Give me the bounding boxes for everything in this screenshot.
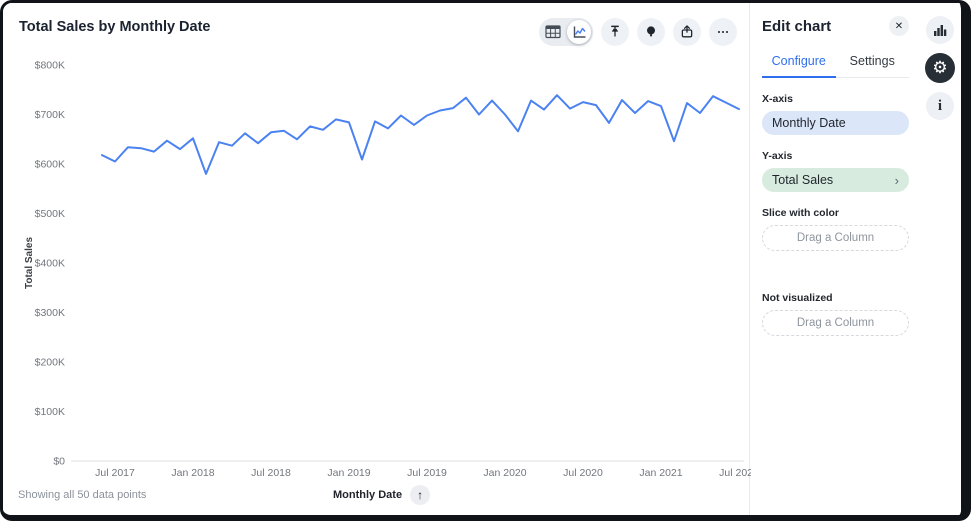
svg-text:$700K: $700K <box>35 109 65 121</box>
y-axis-column-pill[interactable]: Total Sales › <box>762 168 909 192</box>
svg-text:Jul 2017: Jul 2017 <box>95 467 135 479</box>
x-axis-column-pill[interactable]: Monthly Date <box>762 111 909 135</box>
x-axis-section-label: X-axis <box>762 93 793 105</box>
svg-text:$800K: $800K <box>35 60 65 72</box>
chart-area: $0 $100K $200K $300K $400K $500K $600K $700K $80… <box>3 3 751 515</box>
gear-icon: ⚙ <box>932 58 948 77</box>
arrow-up-icon: ↑ <box>417 488 424 502</box>
panel-title: Edit chart <box>762 17 832 35</box>
table-view-button[interactable] <box>541 20 565 44</box>
chart-toolbar <box>539 18 737 46</box>
not-visualized-dropzone[interactable]: Drag a Column <box>762 310 909 336</box>
view-toggle <box>539 18 593 46</box>
tab-settings[interactable]: Settings <box>836 47 910 78</box>
pin-button[interactable] <box>601 18 629 46</box>
svg-text:Jul 2021: Jul 2021 <box>719 467 751 479</box>
explain-button[interactable] <box>637 18 665 46</box>
not-visualized-section-label: Not visualized <box>762 292 833 304</box>
app-window: $0 $100K $200K $300K $400K $500K $600K $700K $80… <box>0 0 971 521</box>
info-rail-button[interactable]: i <box>926 92 954 120</box>
slice-section-label: Slice with color <box>762 207 840 219</box>
svg-text:$200K: $200K <box>35 357 65 369</box>
close-icon: ✕ <box>894 20 904 32</box>
lightbulb-icon <box>647 26 655 37</box>
svg-text:$100K: $100K <box>35 406 65 418</box>
chart-view-button[interactable] <box>567 20 591 44</box>
share-icon <box>681 25 693 38</box>
panel-tabs: Configure Settings <box>762 47 909 78</box>
svg-text:Total Sales: Total Sales <box>24 237 35 289</box>
data-points-note: Showing all 50 data points <box>18 489 147 501</box>
svg-text:$400K: $400K <box>35 258 65 270</box>
svg-text:$600K: $600K <box>35 159 65 171</box>
info-icon: i <box>937 97 943 114</box>
more-button[interactable] <box>709 18 737 46</box>
line-chart-icon <box>573 26 586 38</box>
svg-text:Jul 2019: Jul 2019 <box>407 467 447 479</box>
svg-text:$0: $0 <box>53 456 65 468</box>
svg-text:Jan 2018: Jan 2018 <box>171 467 214 479</box>
table-icon <box>545 25 561 39</box>
side-icon-rail: ⚙ i <box>919 3 961 515</box>
edit-chart-panel: Edit chart ✕ Configure Settings X-axis M… <box>749 3 919 515</box>
pin-icon <box>611 25 619 37</box>
panel-header: Edit chart ✕ <box>762 16 909 36</box>
close-panel-button[interactable]: ✕ <box>889 16 909 36</box>
svg-text:Jan 2020: Jan 2020 <box>483 467 526 479</box>
svg-text:Jan 2021: Jan 2021 <box>639 467 682 479</box>
y-axis-column-name: Total Sales <box>772 173 834 187</box>
chevron-right-icon: › <box>894 172 899 188</box>
x-axis-footer-label: Monthly Date <box>333 489 403 501</box>
svg-text:$500K: $500K <box>35 208 65 220</box>
slice-dropzone[interactable]: Drag a Column <box>762 225 909 251</box>
sort-ascending-button[interactable]: ↑ <box>410 485 431 505</box>
share-button[interactable] <box>673 18 701 46</box>
chart-title: Total Sales by Monthly Date <box>19 19 211 35</box>
ellipsis-icon <box>717 30 729 34</box>
line-chart: $0 $100K $200K $300K $400K $500K $600K $700K $80… <box>24 60 751 480</box>
x-axis-column-name: Monthly Date <box>772 116 846 130</box>
settings-rail-button[interactable]: ⚙ <box>925 53 955 83</box>
svg-text:Jul 2020: Jul 2020 <box>563 467 603 479</box>
svg-text:Jan 2019: Jan 2019 <box>327 467 370 479</box>
x-axis-footer: Monthly Date ↑ <box>333 485 431 505</box>
tab-configure[interactable]: Configure <box>762 47 836 78</box>
bar-chart-icon <box>934 24 947 36</box>
svg-text:Jul 2018: Jul 2018 <box>251 467 291 479</box>
svg-text:$300K: $300K <box>35 307 65 319</box>
y-axis-section-label: Y-axis <box>762 150 793 162</box>
chart-type-rail-button[interactable] <box>926 16 954 44</box>
